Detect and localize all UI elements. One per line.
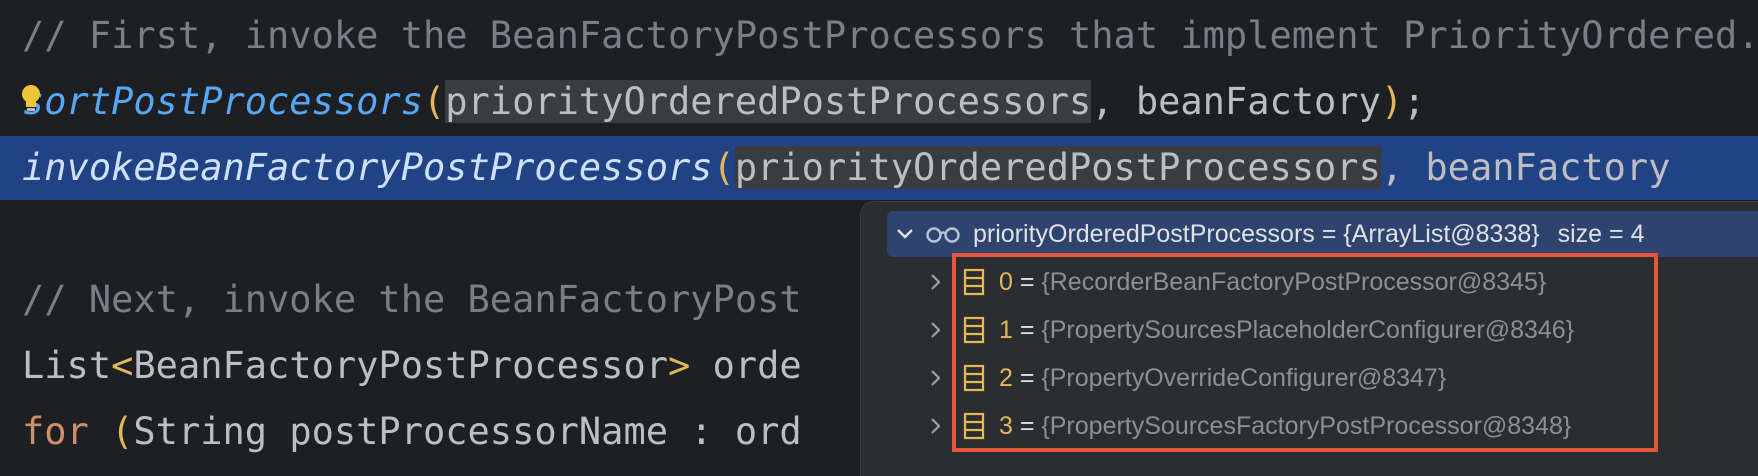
size-label: size = 4 bbox=[1557, 219, 1645, 248]
semicolon: ; bbox=[1403, 80, 1426, 123]
equals-sign: = bbox=[1012, 363, 1042, 392]
item-index: 2 bbox=[999, 363, 1013, 392]
paren-open: ( bbox=[111, 410, 134, 453]
variable-text: orde bbox=[690, 344, 802, 387]
equals-sign: = bbox=[1314, 219, 1344, 248]
equals-sign: = bbox=[1012, 411, 1042, 440]
item-index: 3 bbox=[999, 411, 1013, 440]
loop-text: String postProcessorName : ord bbox=[133, 410, 802, 453]
array-item-row[interactable]: 0 = {RecorderBeanFactoryPostProcessor@83… bbox=[921, 258, 1721, 306]
array-item-row[interactable]: 1 = {PropertySourcesPlaceholderConfigure… bbox=[921, 306, 1721, 354]
item-value: {PropertySourcesPlaceholderConfigurer@83… bbox=[1041, 315, 1575, 344]
chevron-right-icon[interactable] bbox=[921, 321, 951, 339]
popup-header-row[interactable]: priorityOrderedPostProcessors = {ArrayLi… bbox=[887, 211, 1758, 257]
item-value: {PropertyOverrideConfigurer@8347} bbox=[1041, 363, 1447, 392]
generic-type: BeanFactoryPostProcessor bbox=[133, 344, 669, 387]
identifier-highlight: priorityOrderedPostProcessors bbox=[734, 146, 1381, 189]
watch-glasses-icon bbox=[925, 225, 965, 243]
item-value: {PropertySourcesFactoryPostProcessor@834… bbox=[1041, 411, 1572, 440]
array-icon bbox=[963, 268, 985, 296]
lightbulb-icon[interactable] bbox=[20, 84, 42, 114]
chevron-right-icon[interactable] bbox=[921, 369, 951, 387]
identifier-highlight: priorityOrderedPostProcessors bbox=[445, 80, 1092, 123]
array-icon bbox=[963, 412, 985, 440]
chevron-right-icon[interactable] bbox=[921, 273, 951, 291]
method-call: invokeBeanFactoryPostProcessors bbox=[22, 146, 713, 189]
comment: // First, invoke the BeanFactoryPostProc… bbox=[22, 14, 1758, 57]
item-index: 0 bbox=[999, 267, 1013, 296]
equals-sign: = bbox=[1012, 315, 1042, 344]
equals-sign: = bbox=[1012, 267, 1042, 296]
type-name: List bbox=[22, 344, 112, 387]
generic-open: < bbox=[111, 344, 134, 387]
variable-name: priorityOrderedPostProcessors bbox=[973, 219, 1315, 248]
generic-close: > bbox=[668, 344, 691, 387]
array-item-row[interactable]: 2 = {PropertyOverrideConfigurer@8347} bbox=[921, 354, 1721, 402]
array-icon bbox=[963, 316, 985, 344]
chevron-down-icon[interactable] bbox=[887, 228, 923, 240]
method-call: sortPostProcessors bbox=[22, 80, 423, 123]
variable-value: {ArrayList@8338} bbox=[1343, 219, 1540, 248]
item-value: {RecorderBeanFactoryPostProcessor@8345} bbox=[1041, 267, 1547, 296]
code-line-1[interactable]: // First, invoke the BeanFactoryPostProc… bbox=[0, 4, 1758, 68]
chevron-right-icon[interactable] bbox=[921, 417, 951, 435]
code-line-2[interactable]: sortPostProcessors(priorityOrderedPostPr… bbox=[0, 70, 1758, 134]
item-index: 1 bbox=[999, 315, 1013, 344]
argument-text: , beanFactory bbox=[1091, 80, 1381, 123]
keyword-for: for bbox=[22, 410, 89, 453]
paren-close: ) bbox=[1380, 80, 1404, 123]
array-icon bbox=[963, 364, 985, 392]
array-item-row[interactable]: 3 = {PropertySourcesFactoryPostProcessor… bbox=[921, 402, 1721, 450]
argument-text: , beanFactory bbox=[1380, 146, 1671, 189]
paren-open: ( bbox=[712, 146, 735, 189]
comment: // Next, invoke the BeanFactoryPost bbox=[22, 278, 802, 321]
paren-open: ( bbox=[422, 80, 446, 123]
debug-value-popup[interactable]: priorityOrderedPostProcessors = {ArrayLi… bbox=[860, 201, 1758, 476]
code-line-3-selected[interactable]: invokeBeanFactoryPostProcessors(priority… bbox=[0, 136, 1758, 200]
